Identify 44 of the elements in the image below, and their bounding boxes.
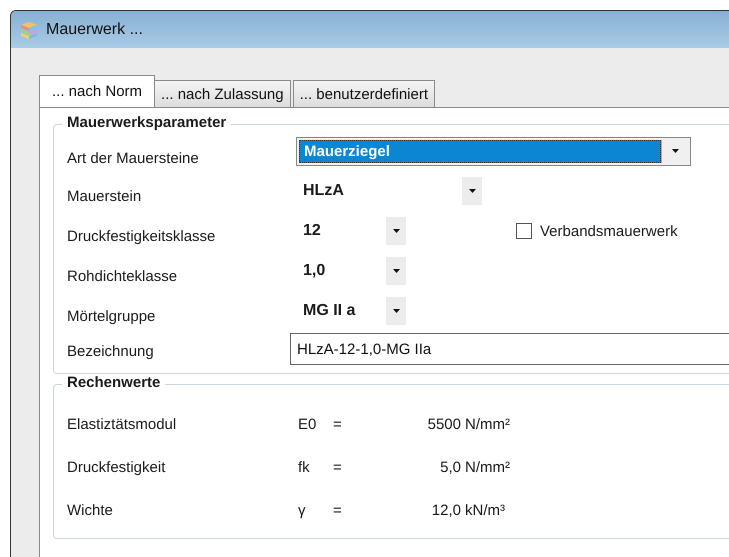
equals-sign: =: [333, 502, 343, 519]
caret-icon: [672, 149, 678, 153]
group-title: Mauerwerksparameter: [62, 114, 232, 131]
result-value: 12,0: [430, 502, 462, 519]
stacked-bricks-icon: [20, 20, 38, 38]
tab[interactable]: ... nach Norm: [39, 75, 156, 107]
caret-icon: [392, 229, 400, 233]
field-label: Mauerstein: [67, 186, 142, 204]
dropdown-button[interactable]: [386, 257, 406, 285]
unit: kN/m³: [465, 502, 506, 519]
tab[interactable]: ... benutzerdefiniert: [292, 80, 436, 107]
field-label: Druckfestigkeitsklasse: [67, 226, 216, 244]
field-label: Rohdichteklasse: [67, 266, 178, 284]
result-label: Druckfestigkeit: [67, 459, 166, 476]
caret-icon: [392, 309, 400, 313]
result-value: 5,0: [439, 459, 462, 476]
symbol: fk: [298, 459, 311, 476]
material-dropdown[interactable]: Mauerziegel: [296, 136, 691, 166]
dropdown-button[interactable]: [386, 217, 406, 245]
checkbox-label: Verbandsmauerwerk: [540, 222, 678, 240]
field-label: Bezeichnung: [67, 342, 155, 360]
unit: N/mm²: [465, 416, 511, 433]
dropdown-button[interactable]: [462, 177, 482, 205]
dropdown-value: MG II a: [302, 302, 356, 320]
dropdown-button[interactable]: [386, 297, 406, 325]
equals-sign: =: [333, 459, 343, 476]
result-label: Wichte: [67, 502, 114, 519]
field-label: Art der Mauersteine: [67, 148, 200, 166]
symbol: E0: [298, 416, 318, 433]
checkbox[interactable]: [516, 223, 532, 239]
designation-field[interactable]: HLzA-12-1,0-MG IIa: [290, 333, 729, 365]
tab[interactable]: ... nach Zulassung: [154, 80, 291, 107]
result-label: Elastiztätsmodul: [67, 416, 178, 433]
unit: N/mm²: [465, 459, 511, 476]
symbol: γ: [298, 502, 306, 519]
window-title: Mauerwerk ...: [46, 20, 143, 38]
field-label: Mörtelgruppe: [67, 306, 156, 324]
equals-sign: =: [333, 416, 343, 433]
caret-icon: [392, 269, 400, 273]
dropdown-value: 12: [302, 222, 322, 240]
result-value: 5500: [426, 416, 462, 433]
caret-icon: [468, 189, 476, 193]
dropdown-value: 1,0: [302, 262, 326, 280]
dropdown-value: HLzA: [302, 182, 345, 200]
